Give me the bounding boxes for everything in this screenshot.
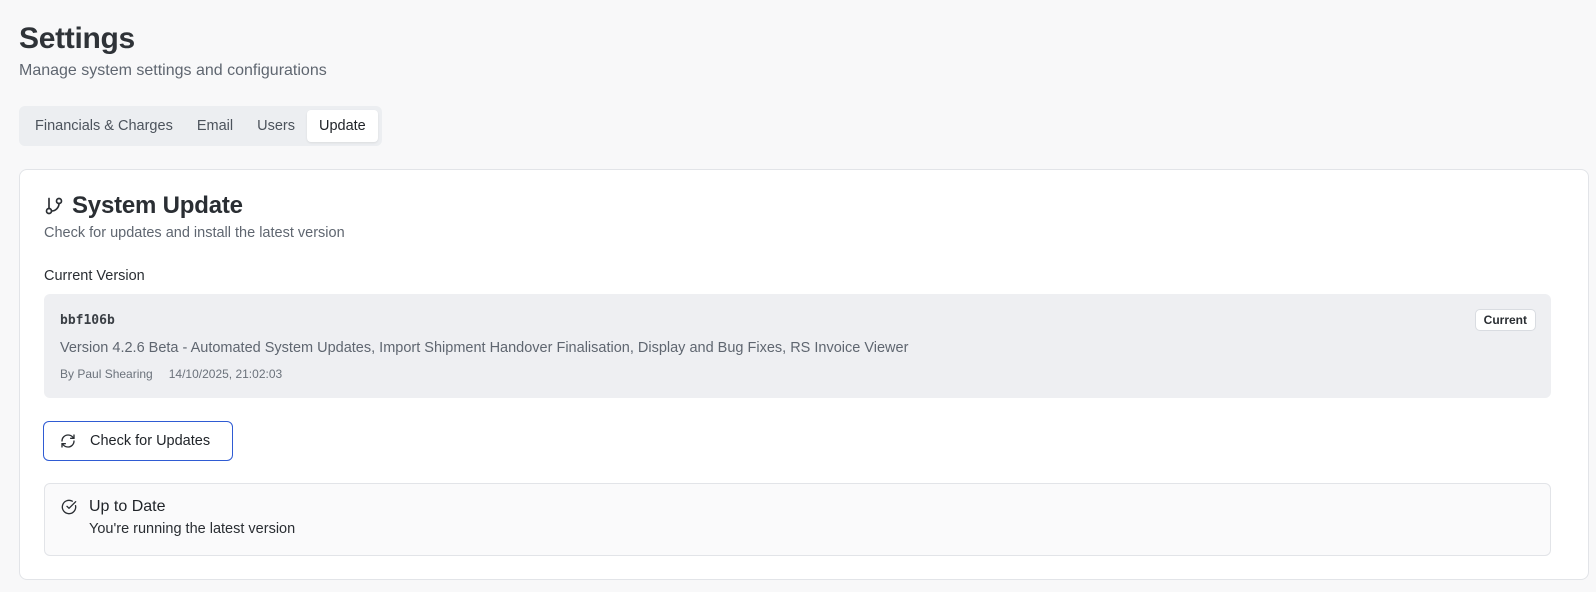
update-status-panel: Up to Date You're running the latest ver… <box>44 483 1551 556</box>
card-title: System Update <box>72 192 243 219</box>
version-description: Version 4.2.6 Beta - Automated System Up… <box>60 340 909 356</box>
check-circle-icon <box>61 499 77 515</box>
system-update-card: System Update Check for updates and inst… <box>19 169 1589 580</box>
tab-users[interactable]: Users <box>245 110 307 142</box>
tab-financials-charges[interactable]: Financials & Charges <box>23 110 185 142</box>
tab-email[interactable]: Email <box>185 110 245 142</box>
settings-page: Settings Manage system settings and conf… <box>0 0 1596 592</box>
current-version-panel: bbf106b Current Version 4.2.6 Beta - Aut… <box>44 294 1551 398</box>
status-message: You're running the latest version <box>89 521 296 537</box>
page-title: Settings <box>19 22 135 55</box>
current-badge: Current <box>1474 309 1536 331</box>
version-timestamp: 14/10/2025, 21:02:03 <box>168 367 283 381</box>
version-author: By Paul Shearing <box>60 367 153 381</box>
commit-hash: bbf106b <box>60 313 115 328</box>
check-for-updates-button[interactable]: Check for Updates <box>43 421 233 461</box>
status-title: Up to Date <box>89 498 166 515</box>
page-subtitle: Manage system settings and configuration… <box>19 62 327 79</box>
settings-tabs: Financials & Charges Email Users Update <box>19 106 382 146</box>
check-for-updates-label: Check for Updates <box>90 433 211 449</box>
card-header: System Update <box>44 192 243 220</box>
card-subtitle: Check for updates and install the latest… <box>44 225 345 241</box>
git-branch-icon <box>44 196 64 216</box>
refresh-icon <box>60 433 76 449</box>
version-meta: By Paul Shearing 14/10/2025, 21:02:03 <box>60 367 282 381</box>
tab-update[interactable]: Update <box>306 110 378 142</box>
current-version-label: Current Version <box>44 268 145 284</box>
